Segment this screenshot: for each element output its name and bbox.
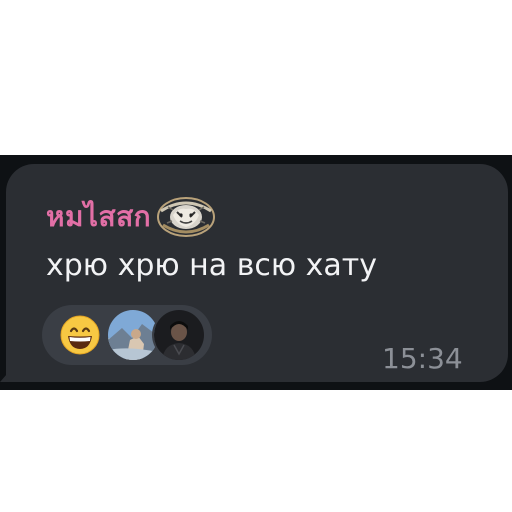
- chat-background: หมไสสก хрю хрю на всю хату 15:34: [0, 155, 512, 390]
- sender-name[interactable]: หมไสสก: [46, 195, 151, 239]
- reactor-avatar[interactable]: [154, 310, 204, 360]
- message-bubble[interactable]: หมไสสก хрю хрю на всю хату 15:34: [6, 164, 508, 382]
- grinning-emoji-icon: [60, 315, 100, 355]
- message-timestamp: 15:34: [382, 342, 463, 375]
- screenshot-canvas: หมไสสก хрю хрю на всю хату 15:34: [0, 0, 512, 512]
- reactor-avatar-photo: [108, 310, 158, 360]
- message-text: хрю хрю на всю хату: [46, 248, 378, 283]
- tiger-emblem-icon: [157, 197, 216, 237]
- reactor-avatar[interactable]: [108, 310, 158, 360]
- reactor-avatar-photo: [154, 310, 204, 360]
- sender-header: หมไสสก: [46, 194, 217, 240]
- reaction-pill[interactable]: [42, 305, 212, 365]
